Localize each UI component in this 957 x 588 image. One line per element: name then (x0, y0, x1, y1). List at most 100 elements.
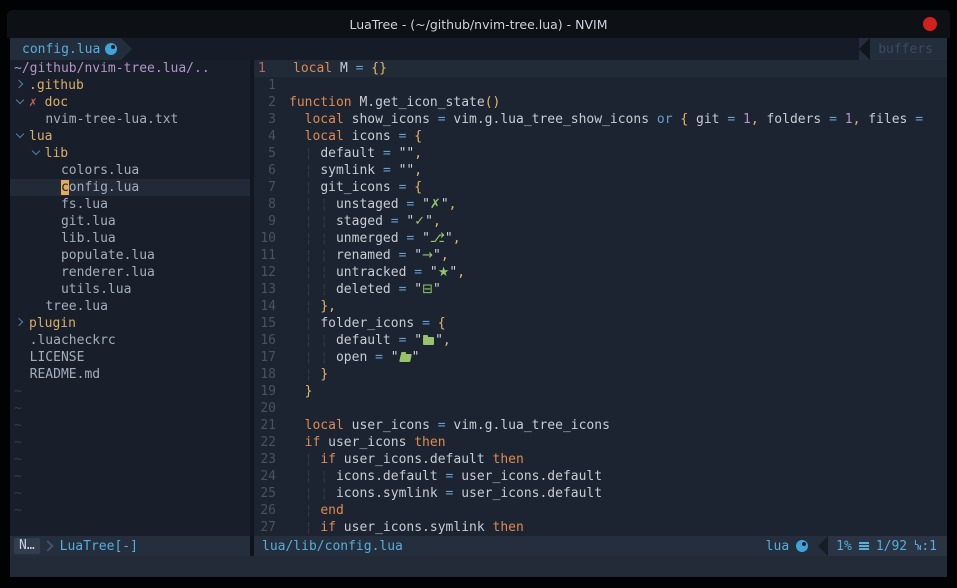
code-text: ¦ ¦ unmerged = "⎇", (289, 230, 947, 247)
line-number: 9 (254, 213, 276, 230)
tab-config-lua[interactable]: config.lua (10, 38, 121, 60)
identifier: default (320, 146, 383, 161)
line-number: 7 (254, 179, 276, 196)
line-number: 1 (254, 60, 280, 77)
code-line[interactable]: 4 local icons = { (254, 128, 947, 145)
code-line[interactable]: 14 ¦ }, (254, 298, 947, 315)
window-title: LuaTree - (~/github/nvim-tree.lua) - NVI… (349, 17, 607, 32)
line-number: 13 (254, 281, 276, 298)
code-text: ¦ ¦ untracked = "★", (289, 264, 947, 281)
code-line[interactable]: 27 ¦ if user_icons.symlink then (254, 519, 947, 536)
code-line[interactable]: 19 } (254, 383, 947, 400)
code-text (289, 400, 947, 417)
code-line[interactable]: 13 ¦ ¦ deleted = "⊟" (254, 281, 947, 298)
tree-row[interactable]: git.lua (10, 213, 250, 230)
code-line[interactable]: 9 ¦ ¦ staged = "✓", (254, 213, 947, 230)
chevron-down-icon (14, 130, 29, 140)
buffers-powerline-arrow (859, 38, 870, 60)
tree-row[interactable]: utils.lua (10, 281, 250, 298)
chevron-right-icon (14, 317, 29, 327)
code-line[interactable]: 26 ¦ end (254, 502, 947, 519)
tree-row[interactable]: renderer.lua (10, 264, 250, 281)
line-number: 5 (254, 145, 276, 162)
code-line[interactable]: 7 ¦ git_icons = { (254, 179, 947, 196)
powerline-left-arrow (818, 536, 828, 556)
code-line[interactable]: 6 ¦ symlink = "", (254, 162, 947, 179)
bracket: , (457, 265, 465, 280)
tree-row[interactable]: tree.lua (10, 298, 250, 315)
code-line[interactable]: 24 ¦ ¦ icons.default = user_icons.defaul… (254, 468, 947, 485)
tree-row[interactable]: config.lua (10, 179, 250, 196)
tree-row[interactable]: .github (10, 77, 250, 94)
tree-row[interactable]: lib.lua (10, 230, 250, 247)
identifier (289, 418, 305, 433)
tilde: ~ (14, 435, 22, 450)
identifier (414, 197, 422, 212)
identifier (735, 112, 743, 127)
tree-row[interactable]: colors.lua (10, 162, 250, 179)
code-line[interactable]: 22 if user_icons then (254, 434, 947, 451)
folder-open-icon (399, 354, 412, 362)
operator: or (657, 112, 673, 127)
indent-guide: ¦ (289, 146, 320, 161)
code-line[interactable]: 25 ¦ ¦ icons.symlink = user_icons.defaul… (254, 485, 947, 502)
code-text: ¦ ¦ staged = "✓", (289, 213, 947, 230)
code-line[interactable]: 1local M = {} (254, 60, 947, 77)
operator: = (915, 112, 923, 127)
code-line[interactable]: 18 ¦ } (254, 366, 947, 383)
tree-row[interactable]: plugin (10, 315, 250, 332)
tree-row[interactable]: lib (10, 145, 250, 162)
tree-row[interactable]: lua (10, 128, 250, 145)
indent-guide: ¦ ¦ (289, 486, 336, 501)
identifier: deleted (336, 282, 399, 297)
tree-row[interactable]: nvim-tree-lua.txt (10, 111, 250, 128)
nvim-terminal: config.lua buffers ~/github/nvim-tree.lu… (10, 38, 947, 577)
position-block: 1% 1/92 LN :1 (828, 536, 947, 556)
code-line[interactable]: 12 ¦ ¦ untracked = "★", (254, 264, 947, 281)
bracket: { (414, 180, 422, 195)
code-line[interactable]: 20 (254, 400, 947, 417)
code-text: ¦ ¦ unstaged = "✗", (289, 196, 947, 213)
tree-row[interactable]: README.md (10, 366, 250, 383)
tree-row[interactable]: ✗ doc (10, 94, 250, 111)
code-line[interactable]: 23 ¦ if user_icons.default then (254, 451, 947, 468)
code-line[interactable]: 11 ¦ ¦ renamed = "→", (254, 247, 947, 264)
code-line[interactable]: 2function M.get_icon_state() (254, 94, 947, 111)
tree-row[interactable]: .luacheckrc (10, 332, 250, 349)
tree-row[interactable]: ~ (10, 451, 250, 468)
code-line[interactable]: 8 ¦ ¦ unstaged = "✗", (254, 196, 947, 213)
keyword: end (320, 503, 343, 518)
code-line[interactable]: 21 local user_icons = vim.g.lua_tree_ico… (254, 417, 947, 434)
tree-row[interactable]: ~ (10, 400, 250, 417)
tree-row[interactable]: ~ (10, 383, 250, 400)
identifier: user_icons.default (453, 486, 602, 501)
code-line[interactable]: 5 ¦ default = "", (254, 145, 947, 162)
identifier (422, 265, 430, 280)
tree-row[interactable]: ~/github/nvim-tree.lua/.. (10, 60, 250, 77)
tree-row[interactable]: LICENSE (10, 349, 250, 366)
command-line[interactable] (10, 556, 947, 577)
string-glyph-icon: → (422, 248, 433, 263)
operator: = (383, 146, 391, 161)
tree-row[interactable]: ~ (10, 485, 250, 502)
tree-row[interactable]: ~ (10, 434, 250, 451)
code-line[interactable]: 15 ¦ folder_icons = { (254, 315, 947, 332)
tree-row[interactable]: ~ (10, 502, 250, 519)
code-text: local user_icons = vim.g.lua_tree_icons (289, 417, 947, 434)
tilde: ~ (14, 452, 22, 467)
tree-row[interactable]: ~ (10, 468, 250, 485)
code-line[interactable]: 1 (254, 77, 947, 94)
code-text: ¦ }, (289, 298, 947, 315)
string-glyph-icon: ⎇ (430, 231, 445, 246)
tree-row[interactable]: fs.lua (10, 196, 250, 213)
code-line[interactable]: 17 ¦ ¦ open = "" (254, 349, 947, 366)
code-line[interactable]: 10 ¦ ¦ unmerged = "⎇", (254, 230, 947, 247)
close-button[interactable] (923, 17, 937, 31)
identifier: icons.default (336, 469, 446, 484)
indent-guide: ¦ ¦ (289, 282, 336, 297)
tree-row[interactable]: ~ (10, 417, 250, 434)
buffers-section[interactable]: buffers (870, 38, 947, 60)
tree-row[interactable]: populate.lua (10, 247, 250, 264)
code-line[interactable]: 3 local show_icons = vim.g.lua_tree_show… (254, 111, 947, 128)
code-line[interactable]: 16 ¦ ¦ default = "", (254, 332, 947, 349)
